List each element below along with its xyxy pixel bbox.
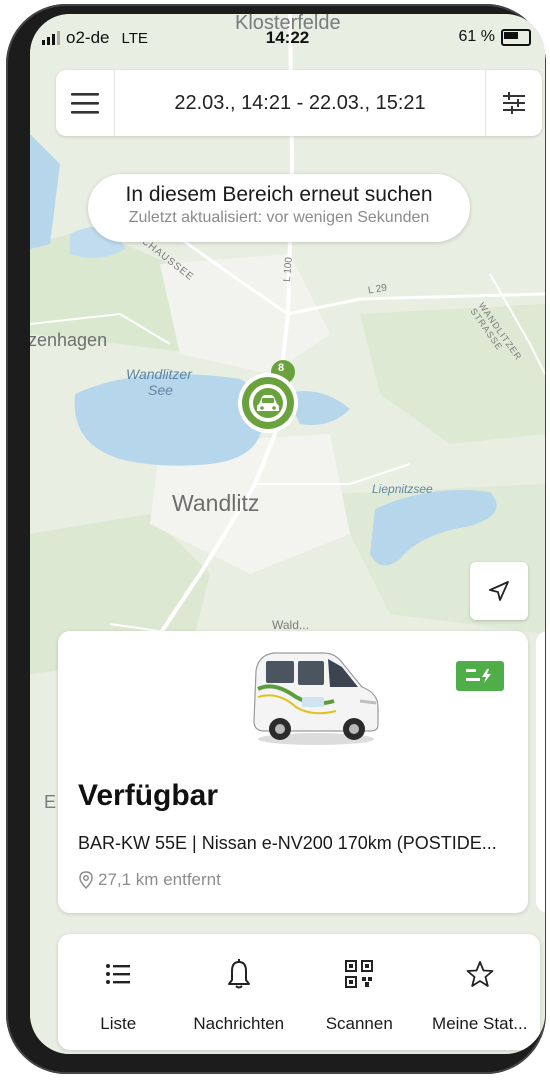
electric-charge-icon	[466, 669, 491, 683]
nav-item-meine-stationen[interactable]: Meine Stat...	[420, 934, 541, 1050]
map-label-liepnitzsee: Liepnitzsee	[372, 482, 433, 496]
locate-me-button[interactable]	[470, 562, 528, 620]
date-range-selector[interactable]: 22.03., 14:21 - 22.03., 15:21	[115, 92, 485, 115]
search-this-area-button[interactable]: In diesem Bereich erneut suchen Zuletzt …	[88, 174, 470, 242]
battery-percent: 61 %	[458, 28, 495, 45]
map-label-see: See	[148, 382, 173, 398]
map-label-wandlitzer: Wandlitzer	[126, 366, 192, 382]
search-area-title: In diesem Bereich erneut suchen	[125, 183, 433, 206]
battery-icon	[501, 28, 531, 46]
navigation-arrow-icon	[489, 581, 509, 601]
car-icon	[256, 390, 282, 416]
list-icon	[106, 964, 131, 984]
nav-item-liste[interactable]: Liste	[58, 934, 179, 1050]
nav-item-nachrichten[interactable]: Nachrichten	[179, 934, 300, 1050]
electric-charge-badge	[456, 661, 504, 691]
vehicle-description: BAR-KW 55E | Nissan e-NV200 170km (POSTI…	[78, 833, 497, 853]
nav-label-liste: Liste	[100, 1014, 137, 1033]
map-label-wald: Wald...	[272, 618, 309, 632]
map-label-edge-letter: E	[44, 792, 57, 812]
map-label-road-l100: L 100	[281, 256, 295, 283]
top-bar: 22.03., 14:21 - 22.03., 15:21	[56, 70, 542, 136]
next-vehicle-card[interactable]	[536, 631, 545, 913]
star-icon	[466, 961, 494, 987]
bell-icon	[227, 959, 250, 989]
white-van-image	[253, 652, 379, 745]
map-label-zenhagen: zenhagen	[30, 330, 108, 350]
vehicle-card[interactable]: Verfügbar BAR-KW 55E | Nissan e-NV200 17…	[58, 631, 528, 913]
location-pin-icon	[79, 871, 93, 889]
menu-button[interactable]	[56, 70, 115, 136]
bottom-navigation: Liste Nachrichten Scannen Meine Stat...	[58, 934, 540, 1050]
vehicle-map-marker[interactable]: 8	[238, 360, 304, 440]
app-screen: Klosterfelde CHAUSSEE L 100 L 29 WANDLIT…	[30, 14, 545, 1054]
cluster-badge: 8	[278, 362, 285, 374]
filter-button[interactable]	[485, 70, 542, 136]
nav-label-scannen: Scannen	[325, 1014, 393, 1033]
search-area-subtitle: Zuletzt aktualisiert: vor wenigen Sekund…	[128, 209, 430, 226]
vehicle-status: Verfügbar	[78, 779, 219, 812]
nav-item-scannen[interactable]: Scannen	[299, 934, 420, 1050]
hamburger-menu-icon	[71, 93, 99, 114]
status-bar: o2-de LTE 14:22 61 %	[30, 14, 545, 58]
sliders-filter-icon	[503, 92, 525, 114]
nav-label-meine-stationen: Meine Stat...	[432, 1014, 528, 1033]
nav-label-nachrichten: Nachrichten	[193, 1014, 285, 1033]
map-label-wandlitz: Wandlitz	[172, 490, 260, 516]
vehicle-distance: 27,1 km entfernt	[98, 870, 221, 889]
qr-code-icon	[345, 960, 374, 988]
